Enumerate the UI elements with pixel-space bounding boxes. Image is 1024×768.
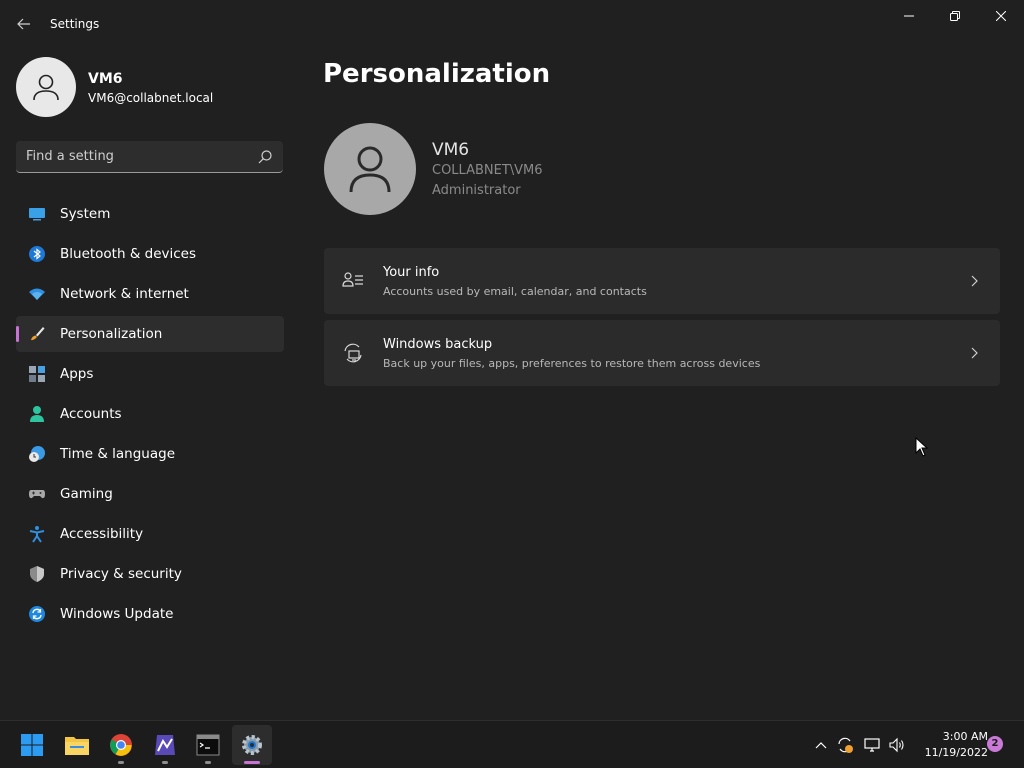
your-info-card[interactable]: Your info Accounts used by email, calend…: [324, 248, 1000, 314]
chevron-right-icon: [971, 347, 978, 359]
sync-status-tray[interactable]: [835, 735, 855, 755]
running-indicator: [118, 761, 124, 764]
sidebar-item-apps[interactable]: Apps: [16, 356, 284, 392]
taskbar: 3:00 AM 11/19/2022: [0, 720, 1024, 768]
title-bar: Settings: [0, 0, 1024, 48]
terminal-icon: [196, 734, 220, 756]
gamepad-icon: [29, 490, 45, 499]
bluetooth-icon: [29, 246, 45, 262]
notification-badge[interactable]: 2: [987, 736, 1003, 752]
sidebar-item-personalization[interactable]: Personalization: [16, 316, 284, 352]
sidebar-item-accounts[interactable]: Accounts: [16, 396, 284, 432]
sidebar-item-label: System: [60, 206, 111, 222]
sidebar-item-label: Apps: [60, 366, 94, 382]
close-icon: [996, 11, 1006, 21]
network-icon: [864, 738, 880, 752]
clock-date: 11/19/2022: [924, 746, 988, 759]
taskbar-file-explorer[interactable]: [57, 725, 97, 765]
user-name: VM6: [88, 71, 123, 87]
user-email: VM6@collabnet.local: [88, 91, 214, 105]
clock[interactable]: 3:00 AM 11/19/2022: [908, 729, 988, 761]
system-icon: [29, 208, 45, 221]
windows-backup-card[interactable]: Windows backup Back up your files, apps,…: [324, 320, 1000, 386]
sidebar-item-time-language[interactable]: Time & language: [16, 436, 284, 472]
sidebar-item-label: Gaming: [60, 486, 113, 502]
restore-button[interactable]: [932, 0, 978, 32]
profile-name: VM6: [432, 140, 470, 160]
sidebar-item-label: Accounts: [60, 406, 122, 422]
sync-warning-icon: [838, 737, 853, 753]
backup-icon: [344, 343, 362, 363]
sidebar-item-network[interactable]: Network & internet: [16, 276, 284, 312]
taskbar-terminal[interactable]: [188, 725, 228, 765]
accounts-icon: [30, 406, 44, 422]
search-box: [16, 141, 283, 173]
volume-tray[interactable]: [887, 735, 907, 755]
sidebar-item-label: Accessibility: [60, 526, 144, 542]
sidebar-item-label: Time & language: [60, 446, 176, 462]
taskbar-chrome[interactable]: [101, 725, 141, 765]
restore-icon: [950, 11, 960, 21]
user-card[interactable]: VM6 VM6@collabnet.local: [16, 57, 286, 117]
clock-time: 3:00 AM: [942, 730, 988, 743]
sidebar-item-label: Privacy & security: [60, 566, 182, 582]
person-icon: [349, 146, 391, 193]
chevron-up-icon: [815, 742, 827, 749]
person-list-icon: [342, 272, 363, 287]
card-subtitle: Accounts used by email, calendar, and co…: [383, 285, 647, 298]
volume-icon: [889, 737, 904, 753]
sidebar-item-label: Windows Update: [60, 606, 174, 622]
settings-window: Settings VM6 VM6@collabnet.local Find a …: [0, 0, 1024, 720]
person-icon: [33, 74, 59, 101]
close-button[interactable]: [978, 0, 1024, 32]
sidebar-item-accessibility[interactable]: Accessibility: [16, 516, 284, 552]
folder-icon: [65, 737, 89, 755]
chevron-right-icon: [971, 275, 978, 287]
brush-icon: [31, 327, 45, 341]
sidebar-item-bluetooth[interactable]: Bluetooth & devices: [16, 236, 284, 272]
start-button[interactable]: [12, 725, 52, 765]
running-indicator: [205, 761, 211, 764]
sidebar-item-windows-update[interactable]: Windows Update: [16, 596, 284, 632]
back-button[interactable]: [12, 12, 36, 36]
wifi-icon: [29, 288, 45, 300]
minimize-icon: [904, 15, 914, 17]
avatar: [16, 57, 76, 117]
sidebar-item-label: Bluetooth & devices: [60, 246, 197, 262]
sidebar-item-label: Network & internet: [60, 286, 189, 302]
mouse-cursor-icon: [915, 437, 929, 457]
app-title: Settings: [50, 17, 100, 31]
sidebar-nav: System Bluetooth & devices Network & int…: [16, 196, 284, 636]
active-indicator: [244, 761, 260, 764]
profile-role: Administrator: [432, 183, 521, 198]
app-icon: [155, 735, 175, 755]
update-icon: [29, 606, 45, 622]
running-indicator: [162, 761, 168, 764]
apps-icon: [29, 366, 45, 382]
windows-logo-icon: [21, 734, 43, 756]
settings-gear-icon: [242, 735, 262, 755]
taskbar-app[interactable]: [145, 725, 185, 765]
show-hidden-icons-button[interactable]: [811, 735, 831, 755]
back-arrow-icon: [17, 18, 30, 30]
minimize-button[interactable]: [886, 0, 932, 32]
sidebar-item-gaming[interactable]: Gaming: [16, 476, 284, 512]
card-title: Your info: [383, 265, 440, 280]
taskbar-settings[interactable]: [232, 725, 272, 765]
accessibility-icon: [29, 526, 45, 543]
sidebar-item-system[interactable]: System: [16, 196, 284, 232]
search-input[interactable]: [26, 141, 246, 172]
search-icon[interactable]: [257, 149, 273, 165]
sidebar-item-label: Personalization: [60, 326, 163, 342]
globe-clock-icon: [29, 446, 45, 462]
card-title: Windows backup: [383, 337, 493, 352]
chrome-icon: [110, 734, 132, 756]
sidebar-item-privacy-security[interactable]: Privacy & security: [16, 556, 284, 592]
card-subtitle: Back up your files, apps, preferences to…: [383, 357, 761, 370]
page-title: Personalization: [323, 59, 551, 89]
network-tray[interactable]: [862, 735, 882, 755]
profile-domain: COLLABNET\VM6: [432, 163, 543, 178]
profile-avatar: [324, 123, 416, 215]
shield-icon: [30, 566, 44, 582]
